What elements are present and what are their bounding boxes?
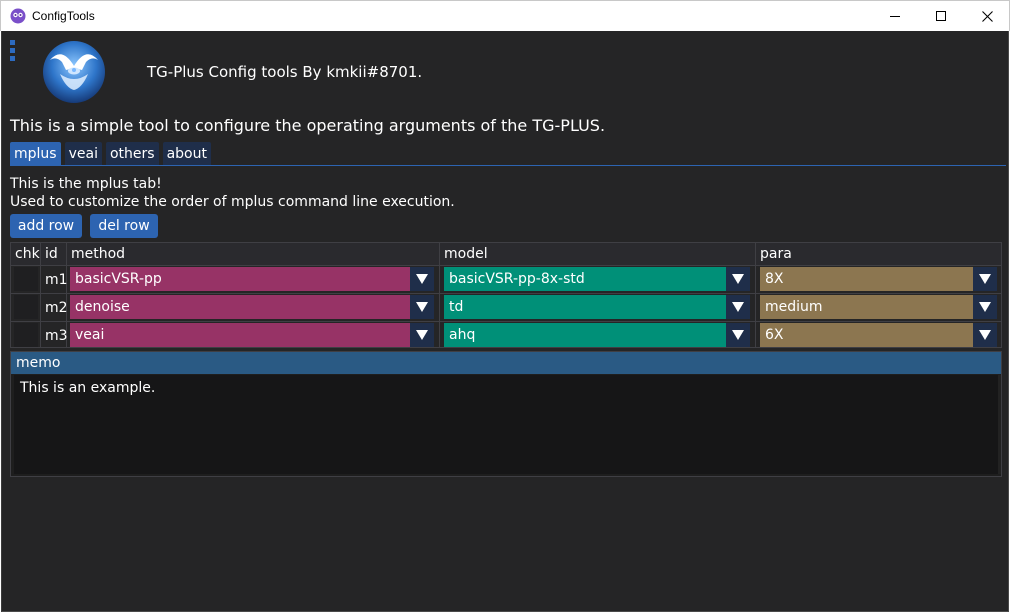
column-divider: [755, 243, 756, 347]
column-divider: [439, 243, 440, 347]
memo-scrollbar[interactable]: [998, 375, 1001, 474]
row-1-id: m1: [45, 272, 68, 288]
row-2-para-select[interactable]: medium: [760, 295, 974, 319]
maximize-icon: [936, 11, 946, 21]
row-3-para-dropdown[interactable]: [973, 323, 997, 347]
page-description: This is a simple tool to configure the o…: [10, 116, 606, 135]
row-2-method-select[interactable]: denoise: [70, 295, 411, 319]
row-2-model-select[interactable]: td: [444, 295, 727, 319]
menu-grip-icon[interactable]: [10, 40, 15, 64]
tab-intro-line-2: Used to customize the order of mplus com…: [10, 194, 455, 210]
row-3-method-dropdown[interactable]: [410, 323, 434, 347]
row-2-id: m2: [45, 300, 68, 316]
chevron-down-icon: [416, 274, 428, 284]
tab-bar: mplus veai others about: [10, 142, 211, 165]
row-divider: [11, 321, 1001, 322]
column-header-para: para: [756, 243, 1001, 265]
del-row-button[interactable]: del row: [90, 214, 158, 238]
row-divider: [11, 265, 1001, 266]
add-row-button[interactable]: add row: [10, 214, 82, 238]
mplus-table: chk id method model para m1 basicVSR-pp …: [10, 242, 1002, 348]
row-3-method-select[interactable]: veai: [70, 323, 411, 347]
minimize-icon: [890, 16, 900, 17]
row-1-model-select[interactable]: basicVSR-pp-8x-std: [444, 267, 727, 291]
row-3-id: m3: [45, 328, 68, 344]
row-3-para-select[interactable]: 6X: [760, 323, 974, 347]
row-1-method-dropdown[interactable]: [410, 267, 434, 291]
tab-mplus[interactable]: mplus: [10, 142, 61, 165]
close-button[interactable]: [964, 1, 1010, 31]
chevron-down-icon: [979, 302, 991, 312]
row-2-method-dropdown[interactable]: [410, 295, 434, 319]
row-1-model-dropdown[interactable]: [726, 267, 750, 291]
column-header-id: id: [41, 243, 67, 265]
row-1-para-select[interactable]: 8X: [760, 267, 974, 291]
page-title: TG-Plus Config tools By kmkii#8701.: [147, 63, 423, 81]
tab-about[interactable]: about: [162, 142, 211, 165]
memo-panel: memo This is an example.: [10, 351, 1002, 477]
app-icon: [10, 8, 26, 24]
minimize-button[interactable]: [872, 1, 918, 31]
row-1-method-select[interactable]: basicVSR-pp: [70, 267, 411, 291]
row-2-para-dropdown[interactable]: [973, 295, 997, 319]
memo-textarea[interactable]: This is an example.: [14, 375, 998, 474]
tab-veai[interactable]: veai: [64, 142, 102, 165]
row-divider: [11, 293, 1001, 294]
chevron-down-icon: [732, 274, 744, 284]
close-icon: [981, 10, 993, 22]
app-client-area: TG-Plus Config tools By kmkii#8701. This…: [1, 31, 1009, 612]
row-1-checkbox[interactable]: [14, 267, 38, 291]
chevron-down-icon: [416, 302, 428, 312]
column-header-method: method: [67, 243, 439, 265]
chevron-down-icon: [732, 330, 744, 340]
chevron-down-icon: [416, 330, 428, 340]
window-titlebar: ConfigTools: [0, 0, 1010, 31]
memo-header: memo: [11, 352, 1001, 374]
chevron-down-icon: [979, 330, 991, 340]
row-2-checkbox[interactable]: [14, 295, 38, 319]
tab-others[interactable]: others: [105, 142, 159, 165]
chevron-down-icon: [732, 302, 744, 312]
window-title: ConfigTools: [32, 9, 95, 23]
column-header-model: model: [440, 243, 755, 265]
chevron-down-icon: [979, 274, 991, 284]
row-1-para-dropdown[interactable]: [973, 267, 997, 291]
row-2-model-dropdown[interactable]: [726, 295, 750, 319]
tab-underline: [10, 165, 1006, 166]
tab-intro-line-1: This is the mplus tab!: [10, 176, 162, 192]
row-3-model-dropdown[interactable]: [726, 323, 750, 347]
row-3-model-select[interactable]: ahq: [444, 323, 727, 347]
maximize-button[interactable]: [918, 1, 964, 31]
column-divider: [40, 243, 41, 347]
row-3-checkbox[interactable]: [14, 323, 38, 347]
column-header-chk: chk: [11, 243, 41, 265]
app-logo: [43, 41, 105, 103]
